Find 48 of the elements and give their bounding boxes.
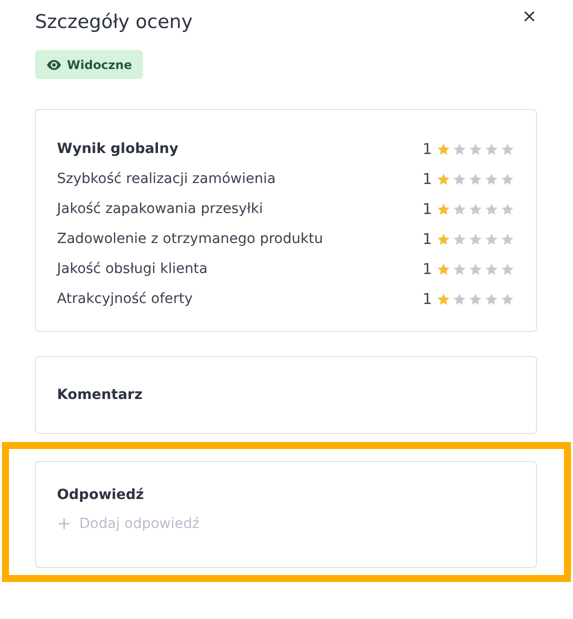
empty-star-icon (485, 202, 498, 216)
rating-label: Zadowolenie z otrzymanego produktu (57, 231, 323, 247)
empty-star-icon (501, 172, 514, 186)
rating-label: Atrakcyjność oferty (57, 291, 193, 307)
empty-star-icon (469, 172, 482, 186)
close-button[interactable]: × (522, 10, 537, 24)
dialog-title: Szczegóły oceny (35, 10, 193, 34)
visibility-badge: Widoczne (35, 50, 143, 79)
empty-star-icon (485, 262, 498, 276)
filled-star-icon (437, 232, 450, 246)
empty-star-icon (469, 142, 482, 156)
empty-star-icon (453, 172, 466, 186)
empty-star-icon (501, 262, 514, 276)
rating-score: 1 (422, 140, 432, 158)
filled-star-icon (437, 262, 450, 276)
filled-star-icon (437, 172, 450, 186)
rating-score: 1 (422, 290, 432, 308)
empty-star-icon (453, 262, 466, 276)
empty-star-icon (485, 142, 498, 156)
empty-star-icon (485, 172, 498, 186)
rating-score: 1 (422, 170, 432, 188)
filled-star-icon (437, 292, 450, 306)
empty-star-icon (501, 292, 514, 306)
empty-star-icon (485, 232, 498, 246)
empty-star-icon (501, 232, 514, 246)
filled-star-icon (437, 142, 450, 156)
rating-label: Jakość zapakowania przesyłki (57, 201, 263, 217)
empty-star-icon (453, 202, 466, 216)
empty-star-icon (501, 142, 514, 156)
empty-star-icon (469, 232, 482, 246)
rating-score: 1 (422, 230, 432, 248)
empty-star-icon (469, 262, 482, 276)
empty-star-icon (453, 232, 466, 246)
rating-score: 1 (422, 260, 432, 278)
reply-heading: Odpowiedź (57, 487, 145, 503)
rating-label: Wynik globalny (57, 141, 178, 157)
empty-star-icon (469, 292, 482, 306)
empty-star-icon (469, 202, 482, 216)
rating-label: Szybkość realizacji zamówienia (57, 171, 276, 187)
rating-score: 1 (422, 200, 432, 218)
eye-icon (47, 60, 61, 70)
rating-label: Jakość obsługi klienta (57, 261, 208, 277)
empty-star-icon (485, 292, 498, 306)
comment-heading: Komentarz (57, 387, 142, 403)
empty-star-icon (453, 292, 466, 306)
filled-star-icon (437, 202, 450, 216)
empty-star-icon (453, 142, 466, 156)
empty-star-icon (501, 202, 514, 216)
